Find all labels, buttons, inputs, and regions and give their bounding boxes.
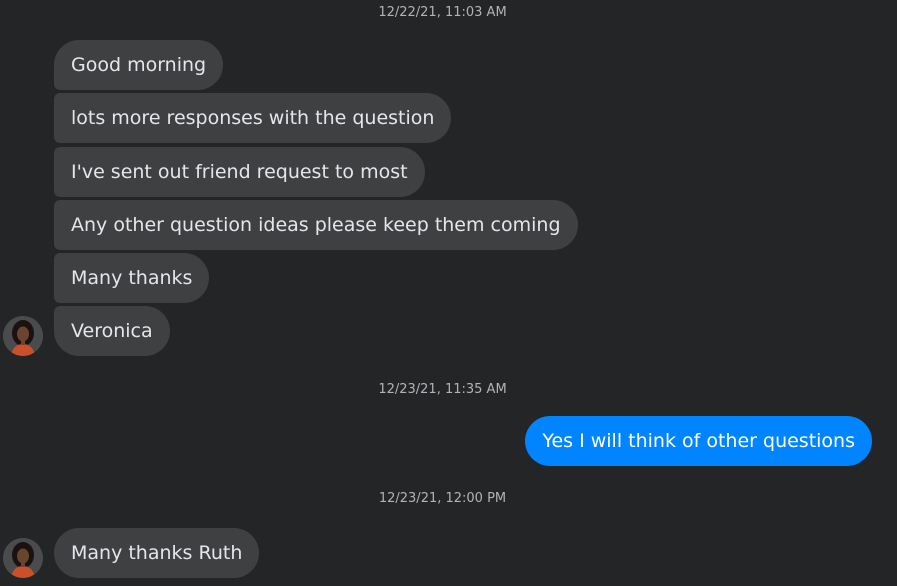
avatar-photo-icon [3,538,43,578]
incoming-message-bubble[interactable]: Many thanks Ruth [54,528,260,578]
incoming-message-bubble[interactable]: Many thanks [54,253,210,303]
incoming-message-bubble[interactable]: I've sent out friend request to most [54,147,425,197]
chat-thread: 12/22/21, 11:03 AM Good morning lots mor… [0,0,897,586]
avatar-photo-icon [3,316,43,356]
incoming-message-bubble[interactable]: Good morning [54,40,224,90]
incoming-message-bubble[interactable]: lots more responses with the question [54,93,452,143]
timestamp: 12/23/21, 12:00 PM [378,491,507,506]
contact-avatar[interactable] [3,316,43,356]
outgoing-message-bubble[interactable]: Yes I will think of other questions [525,416,872,466]
timestamp: 12/22/21, 11:03 AM [378,5,507,20]
timestamp: 12/23/21, 11:35 AM [378,382,507,397]
contact-avatar[interactable] [3,538,43,578]
incoming-message-bubble[interactable]: Veronica [54,306,170,356]
incoming-message-bubble[interactable]: Any other question ideas please keep the… [54,200,578,250]
